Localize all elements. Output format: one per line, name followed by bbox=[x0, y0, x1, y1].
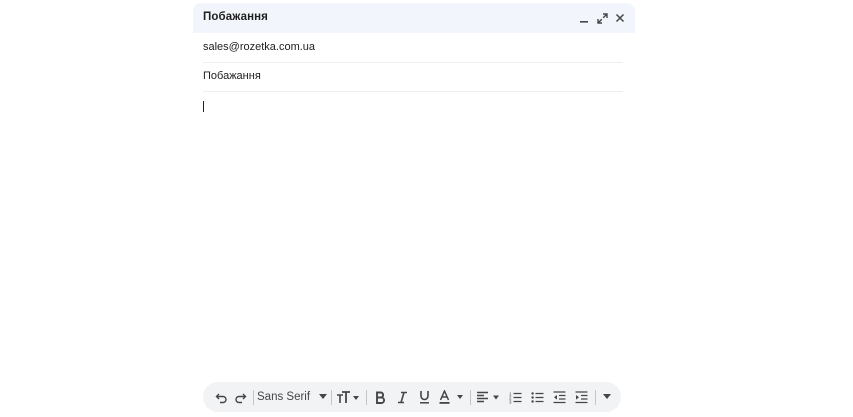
chevron-down-icon bbox=[319, 394, 327, 399]
more-formatting-icon[interactable] bbox=[599, 382, 615, 412]
text-caret bbox=[203, 101, 204, 112]
indent-less-icon[interactable] bbox=[549, 382, 569, 412]
close-icon[interactable] bbox=[613, 10, 627, 26]
compose-title: Побажання bbox=[203, 11, 268, 23]
bold-icon[interactable] bbox=[370, 382, 390, 412]
to-field[interactable]: sales@rozetka.com.ua bbox=[203, 33, 623, 63]
font-family-label: Sans Serif bbox=[257, 391, 311, 403]
message-body[interactable] bbox=[203, 95, 623, 375]
toolbar-separator bbox=[470, 390, 471, 405]
indent-more-icon[interactable] bbox=[571, 382, 591, 412]
subject-field[interactable]: Побажання bbox=[203, 62, 623, 92]
font-size-icon[interactable] bbox=[335, 382, 361, 412]
toolbar-separator bbox=[253, 390, 254, 405]
italic-icon[interactable] bbox=[392, 382, 412, 412]
compose-header[interactable]: Побажання bbox=[193, 3, 635, 33]
bulleted-list-icon[interactable] bbox=[527, 382, 547, 412]
redo-icon[interactable] bbox=[231, 382, 249, 412]
undo-icon[interactable] bbox=[212, 382, 230, 412]
svg-text:3: 3 bbox=[509, 399, 512, 404]
text-color-icon[interactable] bbox=[438, 382, 466, 412]
header-controls bbox=[577, 10, 627, 26]
align-icon[interactable] bbox=[475, 382, 503, 412]
expand-icon[interactable] bbox=[595, 10, 609, 26]
compose-window: Побажання sales@rozetka.com.ua Побажання bbox=[193, 3, 635, 417]
font-family-dropdown[interactable]: Sans Serif bbox=[257, 382, 327, 412]
toolbar-separator bbox=[595, 390, 596, 405]
subject-text[interactable]: Побажання bbox=[203, 70, 261, 82]
recipient-address[interactable]: sales@rozetka.com.ua bbox=[203, 41, 315, 53]
formatting-toolbar: Sans Serif 1 2 3 bbox=[203, 382, 621, 412]
numbered-list-icon[interactable]: 1 2 3 bbox=[505, 382, 525, 412]
minimize-icon[interactable] bbox=[577, 10, 591, 26]
toolbar-separator bbox=[331, 390, 332, 405]
toolbar-separator bbox=[366, 390, 367, 405]
underline-icon[interactable] bbox=[414, 382, 434, 412]
